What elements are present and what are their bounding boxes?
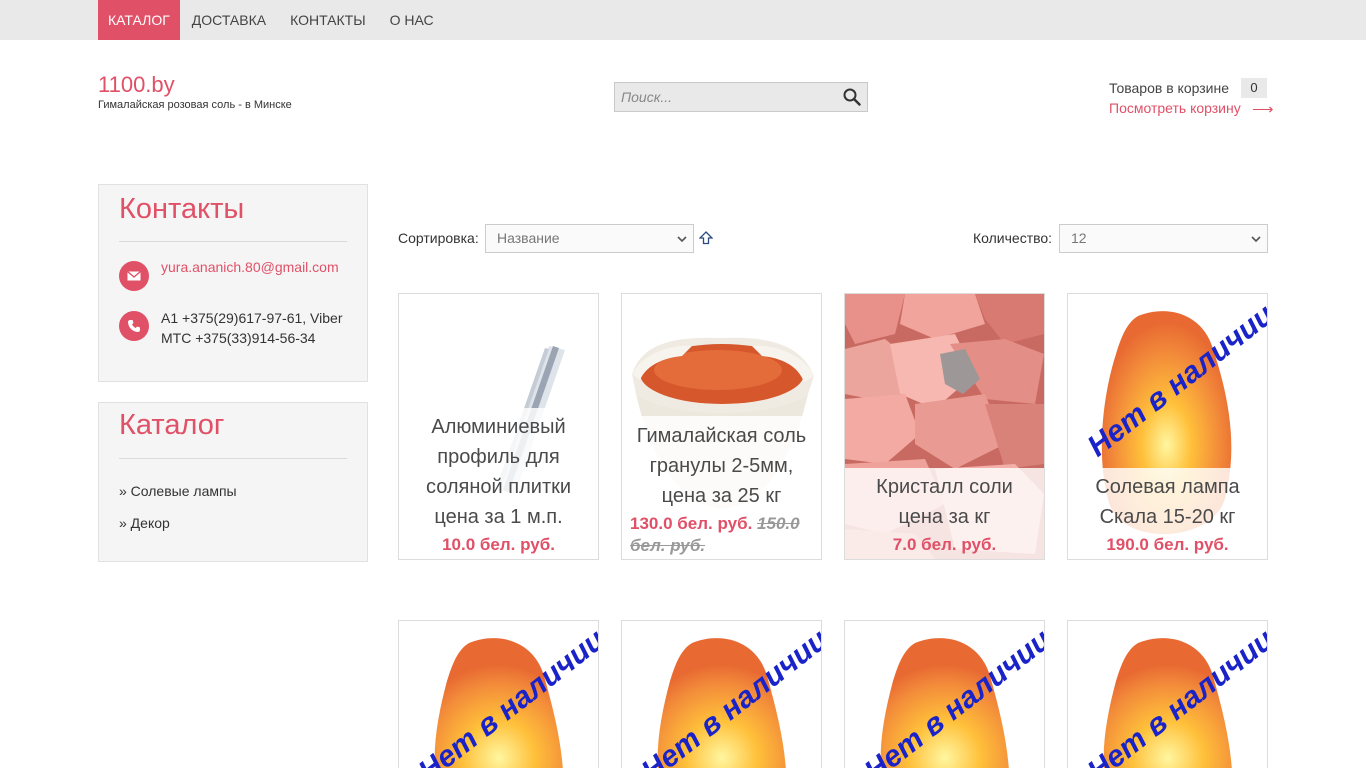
nav-menu: КАТАЛОГ ДОСТАВКА КОНТАКТЫ О НАС — [98, 0, 446, 40]
envelope-icon — [119, 261, 149, 291]
product-price: 190.0 бел. руб. — [1106, 535, 1229, 554]
divider — [119, 241, 347, 242]
product-title[interactable]: Солевая лампа Скала 15-20 кг — [1078, 472, 1257, 532]
divider — [119, 458, 347, 459]
arrow-right-icon[interactable]: ⟶ — [1252, 100, 1274, 118]
product-card[interactable]: Кристалл соли цена за кг 7.0 бел. руб. — [844, 293, 1045, 560]
count-select-value: 12 — [1071, 230, 1087, 246]
catalog-panel: Каталог » Солевые лампы » Декор — [98, 402, 368, 562]
nav-item-catalog[interactable]: КАТАЛОГ — [98, 0, 180, 40]
contact-email-link[interactable]: yura.ananich.80@gmail.com — [161, 259, 339, 275]
sort-select-value: Название — [497, 230, 560, 246]
product-title[interactable]: Гималайская соль гранулы 2-5мм, цена за … — [632, 421, 811, 511]
search-box — [614, 82, 868, 112]
site-logo[interactable]: 1100.by — [98, 72, 175, 98]
top-navigation: КАТАЛОГ ДОСТАВКА КОНТАКТЫ О НАС — [0, 0, 1366, 40]
sort-direction-icon[interactable] — [699, 231, 713, 245]
product-price: 7.0 бел. руб. — [892, 535, 997, 554]
product-card[interactable]: Нет в наличии Солевая лампа Скала 15-20 … — [1067, 293, 1268, 560]
product-card[interactable]: Нет в наличии — [844, 620, 1045, 768]
catalog-item-salt-lamps[interactable]: » Солевые лампы — [119, 483, 237, 499]
product-card[interactable]: Нет в наличии — [398, 620, 599, 768]
cart-label: Товаров в корзине — [1109, 80, 1229, 96]
search-icon[interactable] — [843, 88, 861, 106]
contacts-title: Контакты — [119, 193, 245, 225]
catalog-item-decor[interactable]: » Декор — [119, 515, 170, 531]
product-title[interactable]: Алюминиевый профиль для соляной плитки ц… — [409, 412, 588, 532]
product-card[interactable]: Нет в наличии — [621, 620, 822, 768]
count-select[interactable]: 12 — [1059, 224, 1268, 253]
product-card[interactable]: Алюминиевый профиль для соляной плитки ц… — [398, 293, 599, 560]
contacts-panel: Контакты yura.ananich.80@gmail.com A1 +3… — [98, 184, 368, 382]
sort-label: Сортировка: — [398, 230, 479, 246]
catalog-title: Каталог — [119, 409, 225, 441]
chevron-down-icon — [1251, 236, 1261, 243]
product-price-block: 130.0 бел. руб. 150.0 бел. руб. — [630, 513, 815, 557]
contact-phone: A1 +375(29)617-97-61, Viber МТС +375(33)… — [161, 310, 343, 346]
count-label: Количество: — [973, 230, 1053, 246]
search-input[interactable] — [615, 83, 837, 111]
product-price: 10.0 бел. руб. — [442, 535, 555, 554]
product-card[interactable]: Нет в наличии — [1067, 620, 1268, 768]
site-tagline: Гималайская розовая соль - в Минске — [98, 99, 292, 111]
sort-select[interactable]: Название — [485, 224, 694, 253]
nav-item-delivery[interactable]: ДОСТАВКА — [180, 0, 278, 40]
phone-icon — [119, 311, 149, 341]
product-title[interactable]: Кристалл соли цена за кг — [855, 472, 1034, 532]
chevron-down-icon — [677, 236, 687, 243]
product-card[interactable]: Гималайская соль гранулы 2-5мм, цена за … — [621, 293, 822, 560]
cart-count-badge: 0 — [1241, 78, 1267, 98]
nav-item-contacts[interactable]: КОНТАКТЫ — [278, 0, 378, 40]
view-cart-link[interactable]: Посмотреть корзину — [1109, 100, 1241, 116]
nav-item-about[interactable]: О НАС — [378, 0, 446, 40]
product-price: 130.0 бел. руб. — [630, 514, 753, 533]
